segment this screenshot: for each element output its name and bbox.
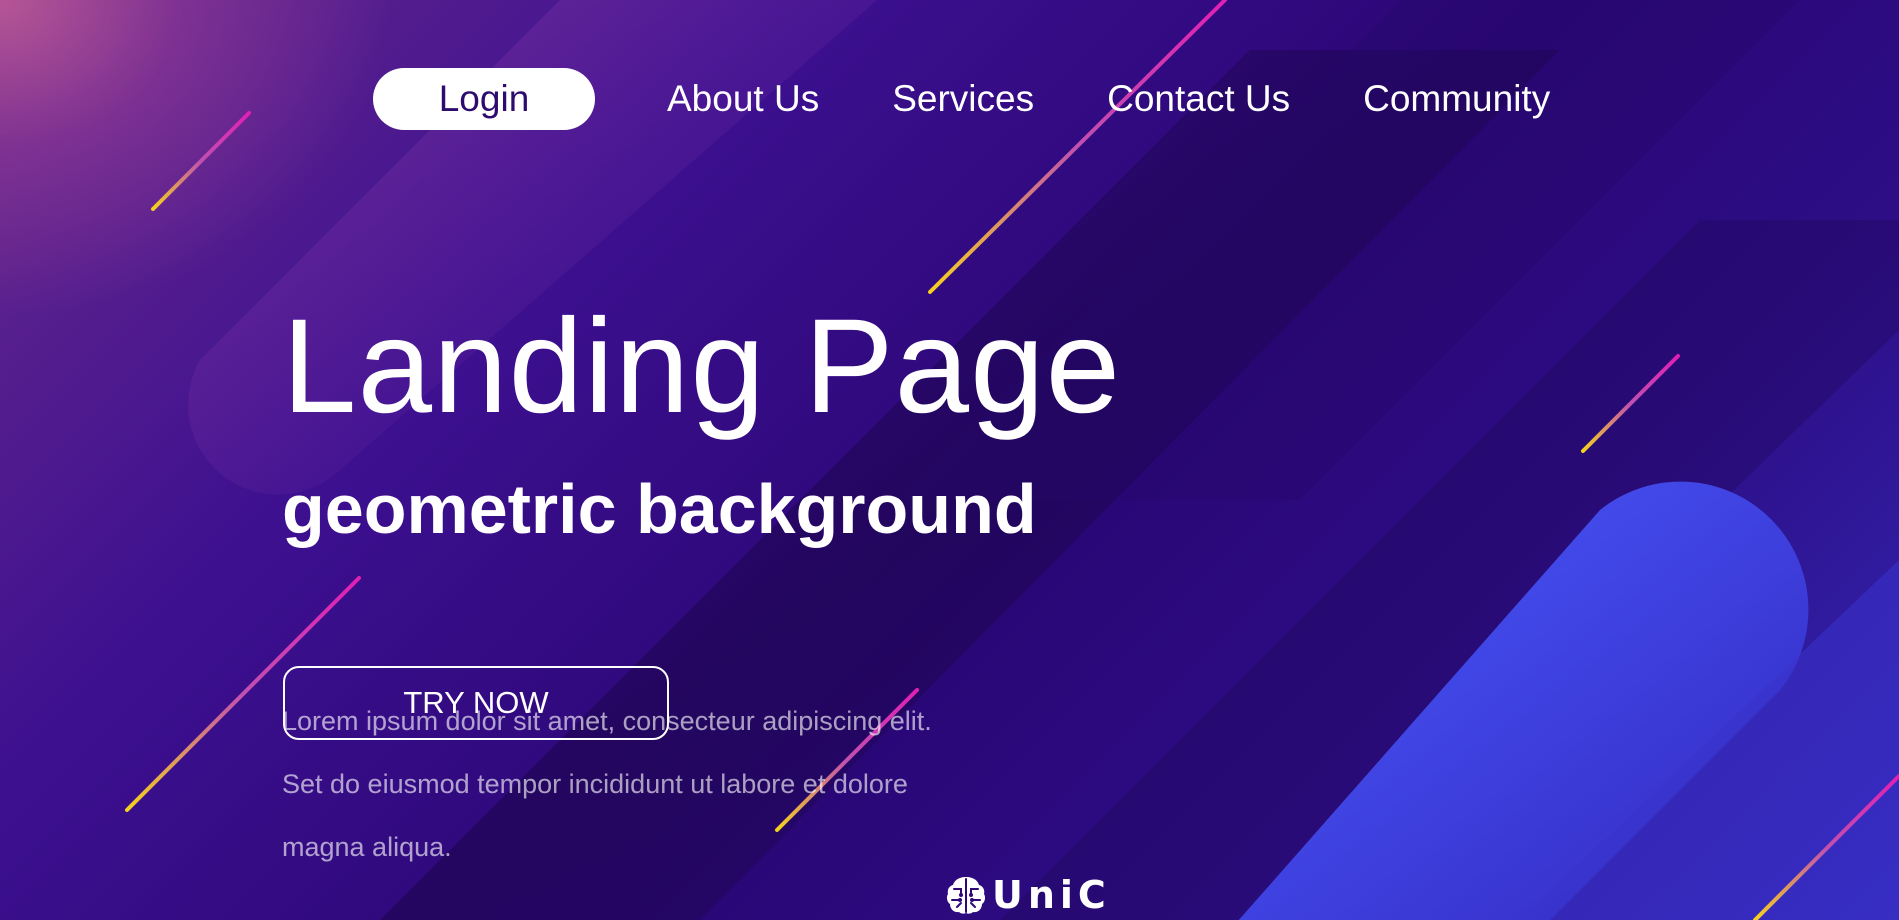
nav-link-services[interactable]: Services — [892, 78, 1034, 120]
login-button[interactable]: Login — [373, 68, 595, 130]
brain-circuit-icon — [946, 877, 986, 914]
top-nav: Login About Us Services Contact Us Commu… — [373, 68, 1550, 130]
nav-link-community[interactable]: Community — [1363, 78, 1550, 120]
description-line: magna aliqua. — [282, 832, 452, 862]
try-now-button[interactable]: TRY NOW — [283, 666, 669, 740]
try-now-button-label: TRY NOW — [403, 685, 549, 720]
hero-subtitle: geometric background — [282, 470, 1037, 548]
hero-title: Landing Page — [282, 292, 1122, 441]
nav-link-about-us[interactable]: About Us — [667, 78, 819, 120]
description-line: Set do eiusmod tempor incididunt ut labo… — [282, 769, 908, 799]
nav-link-contact-us[interactable]: Contact Us — [1107, 78, 1290, 120]
logo: UniC — [944, 872, 1111, 918]
login-button-label: Login — [438, 78, 530, 119]
logo-text: UniC — [992, 873, 1111, 917]
